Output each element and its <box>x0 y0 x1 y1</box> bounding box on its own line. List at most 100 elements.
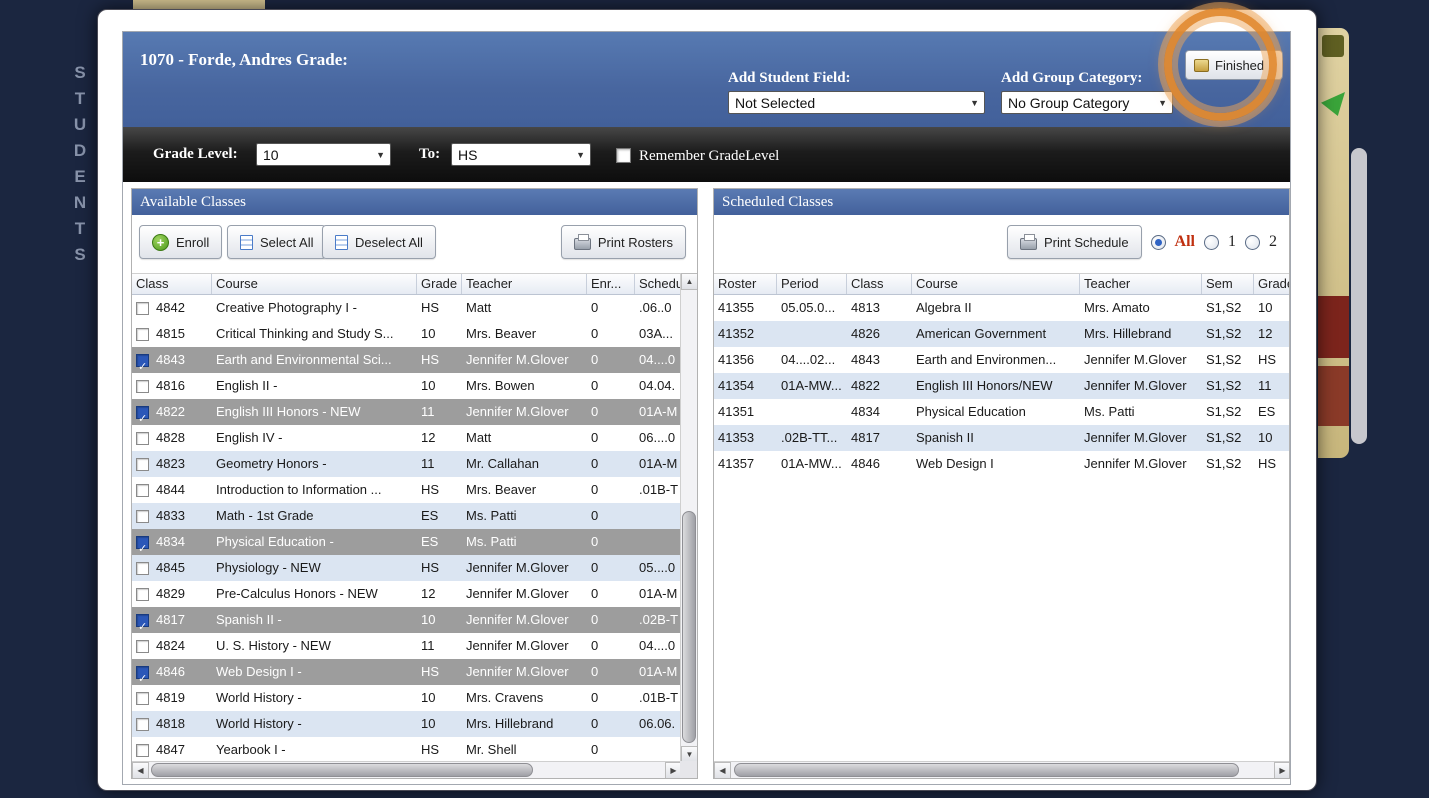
available-class-row[interactable]: 4842 Creative Photography I - HS Matt 0.06..… <box>132 295 697 321</box>
scheduled-classes-panel: Scheduled Classes Print Schedule All 1 2… <box>713 188 1290 779</box>
grid-cell: World History - <box>216 690 302 705</box>
grid-cell: Ms. Patti <box>466 508 517 523</box>
enroll-button[interactable]: + Enroll <box>139 225 223 259</box>
grade-level-select[interactable]: 10 ▼ <box>256 143 391 166</box>
grid-cell: 10 <box>421 716 436 731</box>
available-class-row[interactable]: 4846Web Design I -HSJennifer M.Glover001… <box>132 659 697 685</box>
column-header[interactable]: Grade <box>1254 274 1289 294</box>
class-checkbox[interactable] <box>136 561 149 575</box>
radio-1[interactable] <box>1204 234 1219 250</box>
class-checkbox[interactable] <box>136 587 149 601</box>
finished-button[interactable]: Finished <box>1185 50 1283 80</box>
scheduled-class-row[interactable]: 41352 4826 American Government Mrs. Hillebr… <box>714 321 1289 347</box>
available-class-row[interactable]: 4824 U. S. History - NEW 11 Jennifer M.Glov… <box>132 633 697 659</box>
class-checkbox[interactable] <box>136 353 149 373</box>
grid-cell: 05.05.0... <box>781 300 836 315</box>
column-header[interactable]: Period <box>777 274 847 294</box>
radio-2[interactable] <box>1245 234 1260 250</box>
available-class-row[interactable]: 4818 World History -10 Mrs. Hillebrand 0 06.… <box>132 711 697 737</box>
available-class-row[interactable]: 4845 Physiology - NEW HS Jennifer M.Glover 0… <box>132 555 697 581</box>
vertical-letter: U <box>73 115 87 134</box>
scheduling-dialog: 1070 - Forde, Andres Grade: Add Student … <box>97 8 1317 791</box>
available-class-row[interactable]: 4816 English II -10 Mrs. Bowen 0 04.04. <box>132 373 697 399</box>
available-class-row[interactable]: 4815 Critical Thinking and Study S... 10 Mr… <box>132 321 697 347</box>
available-class-row[interactable]: 4819 World History -10 Mrs. Cravens 0.01B-T <box>132 685 697 711</box>
vertical-letter: E <box>74 167 86 186</box>
add-group-category-select[interactable]: No Group Category ▼ <box>1001 91 1173 114</box>
print-schedule-button[interactable]: Print Schedule <box>1007 225 1142 259</box>
radio-all[interactable] <box>1150 234 1166 250</box>
vertical-letter: D <box>73 141 87 160</box>
grid-cell: 0 <box>591 430 599 445</box>
available-class-row[interactable]: 4823 Geometry Honors -11 Mr. Callahan 0 01A-… <box>132 451 697 477</box>
grid-cell: Earth and Environmen... <box>916 352 1057 367</box>
add-student-field-group: Add Student Field: Not Selected ▼ <box>728 70 985 114</box>
class-checkbox[interactable] <box>136 405 149 425</box>
scroll-left-arrow[interactable]: ◀ <box>714 762 731 778</box>
available-horizontal-scrollbar[interactable]: ◀ ▶ <box>132 761 682 778</box>
remember-gradelevel-checkbox[interactable] <box>616 148 631 163</box>
scroll-right-arrow[interactable]: ▶ <box>1274 762 1289 778</box>
column-header[interactable]: Roster <box>714 274 777 294</box>
available-class-row[interactable]: 4822 English III Honors - NEW 11 Jennifer M… <box>132 399 697 425</box>
available-class-row[interactable]: 4828 English IV -12 Matt 0 06....0 <box>132 425 697 451</box>
column-header[interactable]: Course <box>212 274 417 294</box>
class-checkbox[interactable] <box>136 457 149 471</box>
class-checkbox[interactable] <box>136 691 149 705</box>
available-class-row[interactable]: 4843 Earth and Environmental Sci... HS Jenn… <box>132 347 697 373</box>
class-checkbox[interactable] <box>136 613 149 633</box>
grid-cell: HS <box>421 742 440 757</box>
printer-icon <box>573 233 591 250</box>
add-student-field-select[interactable]: Not Selected ▼ <box>728 91 985 114</box>
scheduled-class-row[interactable]: 41351 4834 Physical Education Ms. Patti S1,S… <box>714 399 1289 425</box>
class-checkbox[interactable] <box>136 639 149 653</box>
deselect-all-button[interactable]: Deselect All <box>322 225 436 259</box>
column-header[interactable]: Course <box>912 274 1080 294</box>
scheduled-class-row[interactable]: 41357 01A-MW... 4846 Web Design I Jennifer M… <box>714 451 1289 477</box>
column-header[interactable]: Enr... <box>587 274 635 294</box>
available-class-row[interactable]: 4817Spanish II -10Jennifer M.Glover0.02B… <box>132 607 697 633</box>
available-vertical-scrollbar[interactable]: ▲ ▼ <box>680 273 697 763</box>
add-group-category-value: No Group Category <box>1008 94 1130 111</box>
column-header[interactable]: Teacher <box>462 274 587 294</box>
class-checkbox[interactable] <box>136 301 149 315</box>
scheduled-horizontal-scrollbar[interactable]: ◀ ▶ <box>714 761 1289 778</box>
grid-cell: 4845 <box>132 555 212 581</box>
scheduled-class-row[interactable]: 41355 05.05.0... 4813 Algebra II Mrs. Amato S… <box>714 295 1289 321</box>
column-header[interactable]: Class <box>132 274 212 294</box>
horizontal-scroll-thumb[interactable] <box>151 763 533 777</box>
available-class-row[interactable]: 4847 Yearbook I - HS Mr. Shell 0 <box>132 737 697 763</box>
column-header[interactable]: Sem <box>1202 274 1254 294</box>
grid-cell: S1,S2 <box>1206 404 1242 419</box>
grid-cell: Jennifer M.Glover <box>1084 352 1187 367</box>
class-checkbox[interactable] <box>136 327 149 341</box>
to-select[interactable]: HS ▼ <box>451 143 591 166</box>
class-checkbox[interactable] <box>136 535 149 555</box>
class-checkbox[interactable] <box>136 509 149 523</box>
scheduled-class-row[interactable]: 41354 01A-MW... 4822 English III Honors/NEW… <box>714 373 1289 399</box>
column-header[interactable]: Class <box>847 274 912 294</box>
class-checkbox[interactable] <box>136 665 149 685</box>
print-rosters-button[interactable]: Print Rosters <box>560 225 686 259</box>
available-class-row[interactable]: 4834 Physical Education - ES Ms. Patti 0 <box>132 529 697 555</box>
column-header[interactable]: Grade <box>417 274 462 294</box>
scroll-up-arrow[interactable]: ▲ <box>681 273 697 290</box>
class-checkbox[interactable] <box>136 379 149 393</box>
class-checkbox[interactable] <box>136 717 149 731</box>
class-checkbox[interactable] <box>136 743 149 757</box>
available-class-row[interactable]: 4844 Introduction to Information ... HS Mrs… <box>132 477 697 503</box>
vertical-scroll-thumb[interactable] <box>682 511 696 743</box>
class-checkbox[interactable] <box>136 431 149 445</box>
horizontal-scroll-thumb[interactable] <box>734 763 1239 777</box>
grid-cell: 11 <box>421 638 435 653</box>
scheduled-class-row[interactable]: 41356 04....02... 4843 Earth and Environmen… <box>714 347 1289 373</box>
available-class-row[interactable]: 4829 Pre-Calculus Honors - NEW 12 Jennifer … <box>132 581 697 607</box>
available-class-row[interactable]: 4833 Math - 1st Grade ES Ms. Patti 0 <box>132 503 697 529</box>
class-checkbox[interactable] <box>136 483 149 497</box>
add-student-field-value: Not Selected <box>735 94 816 111</box>
column-header[interactable]: Teacher <box>1080 274 1202 294</box>
grid-cell: Jennifer M.Glover <box>1084 378 1187 393</box>
scheduled-class-row[interactable]: 41353 .02B-TT... 4817 Spanish II Jennifer M.… <box>714 425 1289 451</box>
select-all-button[interactable]: Select All <box>227 225 327 259</box>
scroll-left-arrow[interactable]: ◀ <box>132 762 149 778</box>
